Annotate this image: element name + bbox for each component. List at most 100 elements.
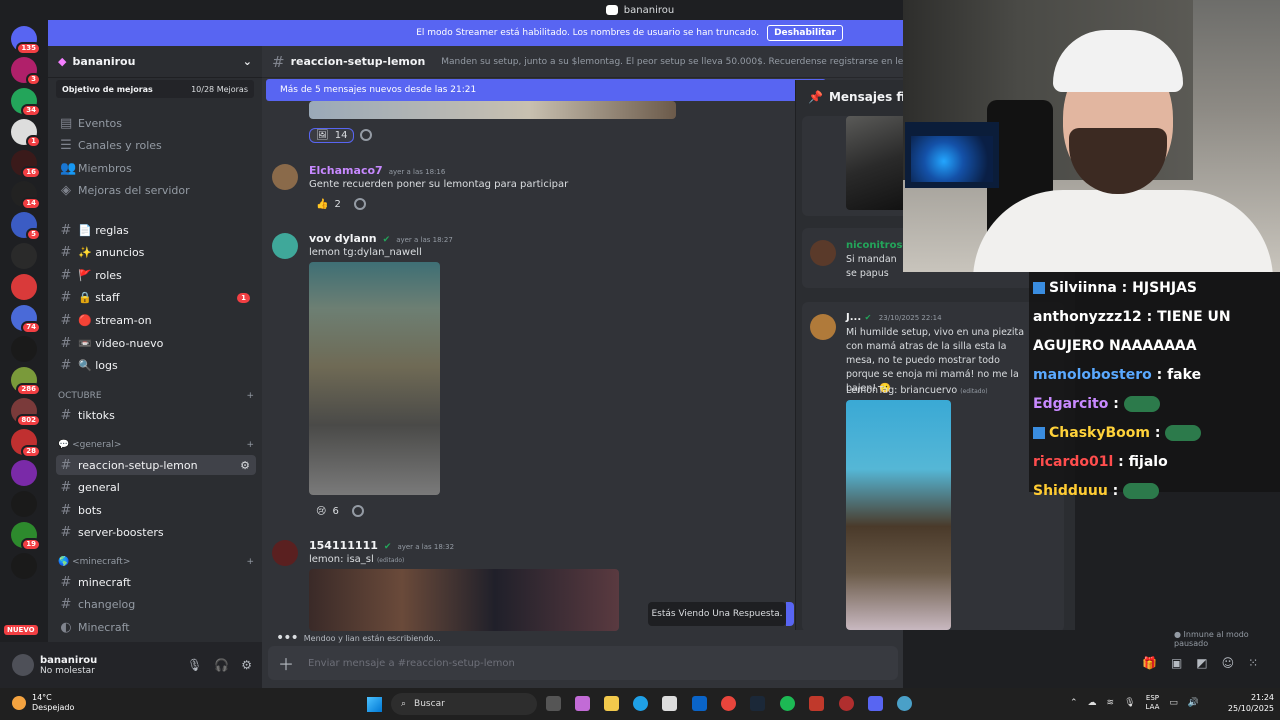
- reaction-pill[interactable]: 🖼 14: [309, 127, 355, 143]
- taskbar-clock[interactable]: 21:24 25/10/2025: [1222, 692, 1274, 714]
- app-icon[interactable]: [897, 696, 912, 711]
- server-icon[interactable]: [11, 274, 37, 300]
- app-icon[interactable]: [809, 696, 824, 711]
- file-explorer-icon[interactable]: [604, 696, 619, 711]
- discord-icon[interactable]: [868, 696, 883, 711]
- sidebar-channel[interactable]: # 🚩 roles: [56, 265, 256, 285]
- sidebar-channel[interactable]: ◐ Minecraft: [56, 617, 256, 637]
- sidebar-channel[interactable]: # 🔒 staff 1: [56, 288, 256, 308]
- server-icon[interactable]: [11, 243, 37, 269]
- message-image[interactable]: [309, 569, 619, 631]
- channel-category[interactable]: 🌎 <minecraft> +: [58, 557, 254, 567]
- microphone-icon[interactable]: 🎙: [1124, 698, 1135, 708]
- windows-start-icon[interactable]: [367, 697, 382, 712]
- sidebar-channel[interactable]: # changelog: [56, 595, 256, 615]
- pinned-author[interactable]: niconitroso: [846, 240, 909, 251]
- sidebar-channel[interactable]: # general: [56, 478, 256, 498]
- reply-toast[interactable]: Estás Viendo Una Respuesta.: [648, 602, 794, 626]
- steam-icon[interactable]: [750, 696, 765, 711]
- avatar[interactable]: [12, 654, 34, 676]
- server-icon[interactable]: 19: [11, 522, 41, 551]
- sidebar-channel[interactable]: # 📼 video-nuevo: [56, 333, 256, 353]
- opera-icon[interactable]: [839, 696, 854, 711]
- server-icon[interactable]: 1: [11, 119, 41, 148]
- copilot-icon[interactable]: [575, 696, 590, 711]
- sidebar-nav-item[interactable]: ◈ Mejoras del servidor: [56, 181, 256, 201]
- apps-icon[interactable]: ⁙: [1248, 656, 1258, 670]
- avatar[interactable]: [272, 540, 298, 566]
- server-icon[interactable]: 3: [11, 57, 41, 86]
- emoji-icon[interactable]: ☺: [1222, 656, 1235, 670]
- sidebar-nav-item[interactable]: ☰ Canales y roles: [56, 136, 256, 156]
- reaction-pill[interactable]: 👍 2: [309, 197, 348, 212]
- sidebar-channel[interactable]: # 🔴 stream-on: [56, 310, 256, 330]
- taskbar-search[interactable]: ⌕ Buscar: [391, 693, 537, 715]
- headphones-icon[interactable]: 🎧: [214, 658, 229, 672]
- plus-icon[interactable]: +: [246, 391, 254, 401]
- channel-category[interactable]: 💬 <general> +: [58, 440, 254, 450]
- outlook-icon[interactable]: [692, 696, 707, 711]
- server-icon[interactable]: [11, 491, 37, 517]
- monitor-icon[interactable]: ▭: [1169, 698, 1178, 708]
- server-icon[interactable]: 28: [11, 429, 41, 458]
- add-reaction-icon[interactable]: [353, 198, 366, 210]
- avatar[interactable]: [272, 164, 298, 190]
- channel-category[interactable]: OCTUBRE +: [58, 391, 254, 401]
- weather-widget[interactable]: 14°C Despejado: [12, 693, 74, 713]
- sidebar-channel[interactable]: # minecraft: [56, 572, 256, 592]
- sidebar-channel[interactable]: # bots: [56, 500, 256, 520]
- server-icon[interactable]: 135: [11, 26, 41, 55]
- gear-icon[interactable]: ⚙: [240, 459, 250, 472]
- sidebar-channel[interactable]: # 🔍 logs: [56, 356, 256, 376]
- message-author[interactable]: Elchamaco7: [309, 164, 383, 177]
- message-composer[interactable]: ＋ Enviar mensaje a #reaccion-setup-lemon: [268, 646, 898, 680]
- wifi-icon[interactable]: ≋: [1107, 698, 1115, 708]
- server-header[interactable]: ◆ bananirou ⌄: [48, 46, 262, 78]
- sidebar-channel[interactable]: # ✨ anuncios: [56, 243, 256, 263]
- pinned-image[interactable]: [846, 400, 951, 630]
- server-icon[interactable]: 802: [11, 398, 41, 427]
- network-icon[interactable]: ☁: [1088, 698, 1097, 708]
- plus-icon[interactable]: +: [246, 440, 254, 450]
- sidebar-channel[interactable]: # 📄 reglas: [56, 220, 256, 240]
- server-icon[interactable]: 286: [11, 367, 41, 396]
- gift-icon[interactable]: 🎁: [1142, 656, 1157, 670]
- microphone-icon[interactable]: 🎙: [187, 658, 202, 672]
- plus-icon[interactable]: +: [246, 557, 254, 567]
- message-image[interactable]: [309, 262, 440, 495]
- edge-icon[interactable]: [633, 696, 648, 711]
- server-icon[interactable]: 5: [11, 212, 41, 241]
- sticker-icon[interactable]: ◩: [1196, 656, 1207, 670]
- gif-icon[interactable]: ▣: [1171, 656, 1182, 670]
- language-indicator[interactable]: ESP LAA: [1146, 694, 1160, 712]
- message-image[interactable]: [309, 101, 676, 119]
- server-icon[interactable]: [11, 553, 37, 579]
- disable-streamer-button[interactable]: Deshabilitar: [767, 25, 843, 41]
- spotify-icon[interactable]: [780, 696, 795, 711]
- server-icon[interactable]: 14: [11, 181, 41, 210]
- server-icon[interactable]: [11, 460, 37, 486]
- message-author[interactable]: 154111111: [309, 539, 378, 552]
- sidebar-nav-item[interactable]: ▤ Eventos: [56, 113, 256, 133]
- gear-icon[interactable]: ⚙: [241, 658, 252, 672]
- avatar[interactable]: [810, 240, 836, 266]
- task-view-icon[interactable]: [546, 696, 561, 711]
- sidebar-channel[interactable]: # reaccion-setup-lemon ⚙: [56, 455, 256, 475]
- composer-placeholder[interactable]: Enviar mensaje a #reaccion-setup-lemon: [308, 658, 515, 669]
- chevron-up-icon[interactable]: ⌃: [1070, 698, 1078, 708]
- pinned-author[interactable]: J...: [846, 312, 861, 323]
- channel-topic[interactable]: Manden su setup, junto a su $lemontag. E…: [441, 57, 903, 67]
- avatar[interactable]: [272, 233, 298, 259]
- reaction-pill[interactable]: 😢 6: [309, 504, 346, 519]
- sidebar-nav-item[interactable]: 👥 Miembros: [56, 158, 256, 178]
- chrome-icon[interactable]: [721, 696, 736, 711]
- server-icon[interactable]: 34: [11, 88, 41, 117]
- sidebar-channel[interactable]: # server-boosters: [56, 523, 256, 543]
- server-icon[interactable]: 16: [11, 150, 41, 179]
- server-icon[interactable]: [11, 336, 37, 362]
- server-icon[interactable]: 74: [11, 305, 41, 334]
- sidebar-channel[interactable]: # tiktoks: [56, 405, 256, 425]
- add-reaction-icon[interactable]: [351, 505, 364, 517]
- add-reaction-icon[interactable]: [360, 129, 373, 141]
- message-author[interactable]: vov dylann: [309, 232, 377, 245]
